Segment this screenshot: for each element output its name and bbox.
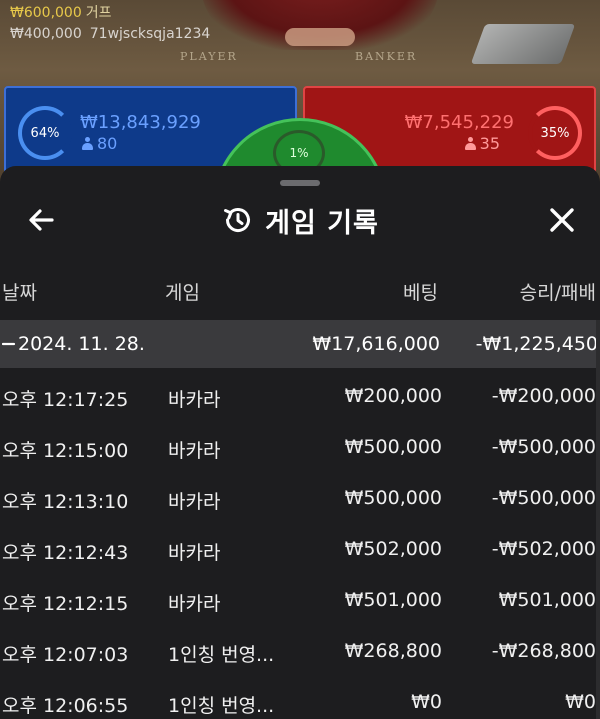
balance-amount: ₩600,000: [10, 5, 82, 21]
table-row[interactable]: 오후 12:12:15 바카라 ₩501,000 ₩501,000: [0, 572, 600, 623]
player-table-label: PLAYER: [180, 50, 238, 63]
row-game: 바카라: [168, 440, 221, 462]
row-game: 바카라: [168, 491, 221, 513]
row-bet: ₩501,000: [344, 589, 442, 611]
row-time: 오후 12:12:15: [2, 593, 129, 615]
table-row[interactable]: 오후 12:12:43 바카라 ₩502,000 -₩502,000: [0, 521, 600, 572]
row-bet: ₩268,800: [344, 640, 442, 662]
table-row[interactable]: 오후 12:06:55 1인칭 번영... ₩0 ₩0: [0, 674, 600, 719]
row-time: 오후 12:17:25: [2, 389, 129, 411]
close-button[interactable]: [542, 200, 582, 240]
column-header-game: 게임: [165, 282, 200, 304]
row-win-loss: -₩502,000: [491, 538, 596, 560]
row-game: 바카라: [168, 542, 221, 564]
dealer-hands: [285, 28, 355, 46]
banker-bettor-count: 35: [464, 134, 500, 153]
bet-amount: ₩400,000: [10, 26, 82, 42]
banker-percent-ring: 35%: [528, 106, 582, 160]
table-row[interactable]: 오후 12:07:03 1인칭 번영... ₩268,800 -₩268,800: [0, 623, 600, 674]
row-bet: ₩0: [411, 691, 442, 713]
player-total-amount: ₩13,843,929: [80, 112, 201, 133]
banker-percent: 35%: [540, 125, 570, 141]
row-win-loss: -₩500,000: [491, 487, 596, 509]
sheet-drag-handle[interactable]: [280, 180, 320, 186]
row-game: 1인칭 번영...: [168, 695, 275, 717]
column-header-date: 날짜: [2, 282, 37, 304]
balance-unit: 거프: [85, 5, 112, 21]
balance-display: ₩600,000 거프: [10, 2, 112, 22]
group-total-win-loss: -₩1,225,450: [475, 333, 598, 355]
close-icon: [550, 208, 574, 232]
person-icon: [82, 137, 93, 150]
player-percent-ring: 64%: [18, 106, 72, 160]
player-bettor-count: 80: [82, 134, 117, 153]
row-bet: ₩500,000: [344, 487, 442, 509]
row-game: 바카라: [168, 389, 221, 411]
sheet-title: 게임 기록: [265, 207, 379, 239]
card-shoe: [470, 24, 576, 64]
column-header-bet: 베팅: [403, 282, 438, 304]
date-group-header[interactable]: 2024. 11. 28. ₩17,616,000 -₩1,225,450: [0, 320, 600, 368]
table-row[interactable]: 오후 12:17:25 바카라 ₩200,000 -₩200,000: [0, 368, 600, 419]
row-win-loss: -₩200,000: [491, 385, 596, 407]
row-bet: ₩500,000: [344, 436, 442, 458]
row-win-loss: ₩501,000: [498, 589, 596, 611]
player-percent: 64%: [30, 125, 60, 141]
row-game: 1인칭 번영...: [168, 644, 275, 666]
row-win-loss: -₩268,800: [491, 640, 596, 662]
row-game: 바카라: [168, 593, 221, 615]
bet-info: ₩400,000 71wjscksqja1234: [10, 26, 210, 42]
sheet-title-group: 게임 기록: [0, 200, 600, 240]
row-time: 오후 12:06:55: [2, 695, 129, 717]
game-history-sheet: 게임 기록 날짜 게임 베팅 승리/패배 2024. 11. 28. ₩17,6…: [0, 166, 600, 719]
collapse-minus-icon: [2, 342, 16, 346]
table-row[interactable]: 오후 12:15:00 바카라 ₩500,000 -₩500,000: [0, 419, 600, 470]
list-scrollbar[interactable]: [596, 320, 600, 719]
username: 71wjscksqja1234: [89, 26, 211, 42]
row-time: 오후 12:13:10: [2, 491, 129, 513]
history-clock-icon: [224, 208, 251, 233]
banker-total-amount: ₩7,545,229: [404, 112, 514, 133]
row-bet: ₩502,000: [344, 538, 442, 560]
row-win-loss: ₩0: [565, 691, 596, 713]
person-icon: [464, 137, 476, 150]
banker-table-label: BANKER: [355, 50, 418, 63]
row-bet: ₩200,000: [344, 385, 442, 407]
tie-percent: 1%: [289, 146, 309, 160]
group-total-bet: ₩17,616,000: [312, 333, 440, 355]
row-time: 오후 12:12:43: [2, 542, 129, 564]
row-time: 오후 12:07:03: [2, 644, 129, 666]
sheet-header: 게임 기록: [0, 192, 600, 248]
column-header-win-loss: 승리/패배: [519, 282, 596, 304]
row-time: 오후 12:15:00: [2, 440, 129, 462]
table-row[interactable]: 오후 12:13:10 바카라 ₩500,000 -₩500,000: [0, 470, 600, 521]
history-list: 오후 12:17:25 바카라 ₩200,000 -₩200,000 오후 12…: [0, 368, 600, 719]
row-win-loss: -₩500,000: [491, 436, 596, 458]
group-date: 2024. 11. 28.: [18, 333, 145, 355]
